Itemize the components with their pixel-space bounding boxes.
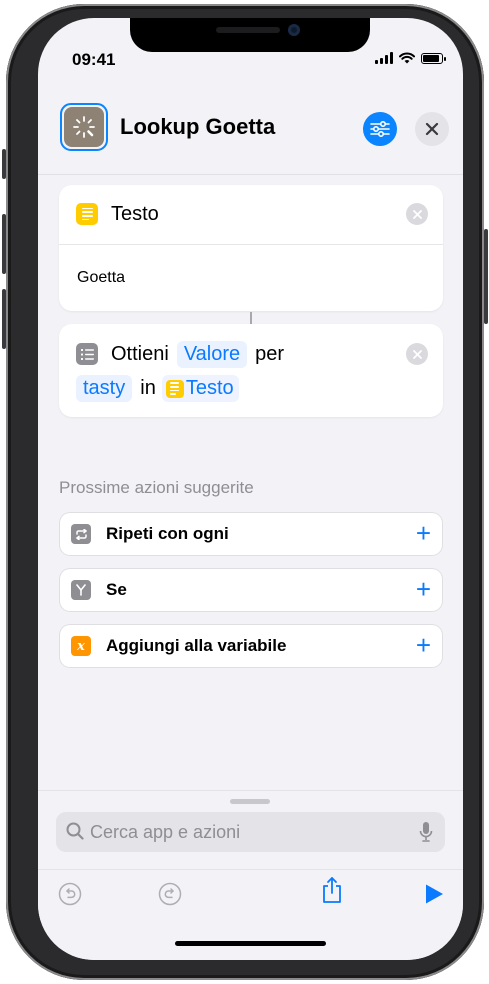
undo-icon [58, 882, 82, 906]
action-line-2: tasty in Testo [76, 375, 239, 402]
plus-icon[interactable]: + [416, 632, 431, 658]
redo-button[interactable] [156, 880, 184, 908]
per-label: per [255, 343, 285, 365]
notch [130, 18, 370, 52]
signal-icon [375, 52, 393, 64]
list-icon [76, 343, 98, 365]
status-icons [375, 52, 446, 64]
action-connector [250, 312, 252, 324]
action-verb: Ottieni [111, 343, 169, 365]
undo-button[interactable] [56, 880, 84, 908]
screen: 09:41 Lookup Goetta Testo Goetta Ottieni… [38, 18, 463, 960]
text-action-body[interactable]: Goetta [77, 269, 125, 287]
suggestion-label: Se [106, 580, 127, 599]
header: Lookup Goetta [38, 98, 463, 175]
suggestions-label: Prossime azioni suggerite [59, 478, 254, 497]
variable-token[interactable]: Testo [161, 375, 239, 402]
search-placeholder: Cerca app e azioni [90, 822, 241, 842]
volume-down-button [2, 289, 6, 349]
close-icon [425, 122, 439, 136]
remove-action-button[interactable] [406, 203, 428, 225]
repeat-icon [71, 524, 91, 544]
plus-icon[interactable]: + [416, 520, 431, 546]
volume-up-button [2, 214, 6, 274]
plus-icon[interactable]: + [416, 576, 431, 602]
sliders-icon [370, 121, 390, 137]
battery-icon [421, 52, 446, 64]
share-icon [323, 877, 341, 903]
suggestion-label: Aggiungi alla variabile [106, 636, 287, 655]
close-icon [412, 209, 422, 219]
value-token[interactable]: Valore [176, 341, 248, 368]
close-button[interactable] [415, 112, 449, 146]
text-icon [76, 203, 98, 225]
text-action-title: Testo [111, 203, 159, 225]
key-token[interactable]: tasty [76, 375, 133, 402]
mute-switch [2, 149, 6, 179]
suggestion-add-variable[interactable]: x Aggiungi alla variabile + [59, 624, 443, 668]
editor-toolbar [38, 869, 463, 918]
text-action-card[interactable]: Testo Goetta [59, 185, 443, 311]
settings-button[interactable] [363, 112, 397, 146]
variable-token-label: Testo [185, 377, 234, 399]
search-icon [66, 822, 84, 840]
status-time: 09:41 [72, 50, 116, 69]
microphone-icon[interactable] [419, 821, 433, 843]
suggestion-label: Ripeti con ogni [106, 524, 229, 543]
share-button[interactable] [318, 876, 346, 904]
magic-wand-icon[interactable] [60, 103, 108, 151]
get-value-action-card[interactable]: Ottieni Valore per tasty in Testo [59, 324, 443, 417]
home-indicator [175, 941, 326, 946]
action-line-1: Ottieni Valore per [111, 341, 288, 368]
in-label: in [140, 377, 156, 399]
wifi-icon [399, 52, 415, 64]
redo-icon [158, 882, 182, 906]
close-icon [412, 349, 422, 359]
run-button[interactable] [420, 880, 448, 908]
action-drawer: Cerca app e azioni [38, 790, 463, 960]
play-icon [426, 884, 443, 904]
drawer-grabber[interactable] [230, 799, 270, 804]
branch-icon [71, 580, 91, 600]
suggestion-repeat[interactable]: Ripeti con ogni + [59, 512, 443, 556]
text-icon [165, 379, 184, 398]
search-field[interactable]: Cerca app e azioni [56, 812, 445, 852]
shortcut-title: Lookup Goetta [120, 114, 276, 139]
power-button [484, 229, 488, 324]
variable-icon: x [71, 636, 91, 656]
suggestion-if[interactable]: Se + [59, 568, 443, 612]
phone-frame: 09:41 Lookup Goetta Testo Goetta Ottieni… [2, 4, 488, 980]
remove-action-button[interactable] [406, 343, 428, 365]
